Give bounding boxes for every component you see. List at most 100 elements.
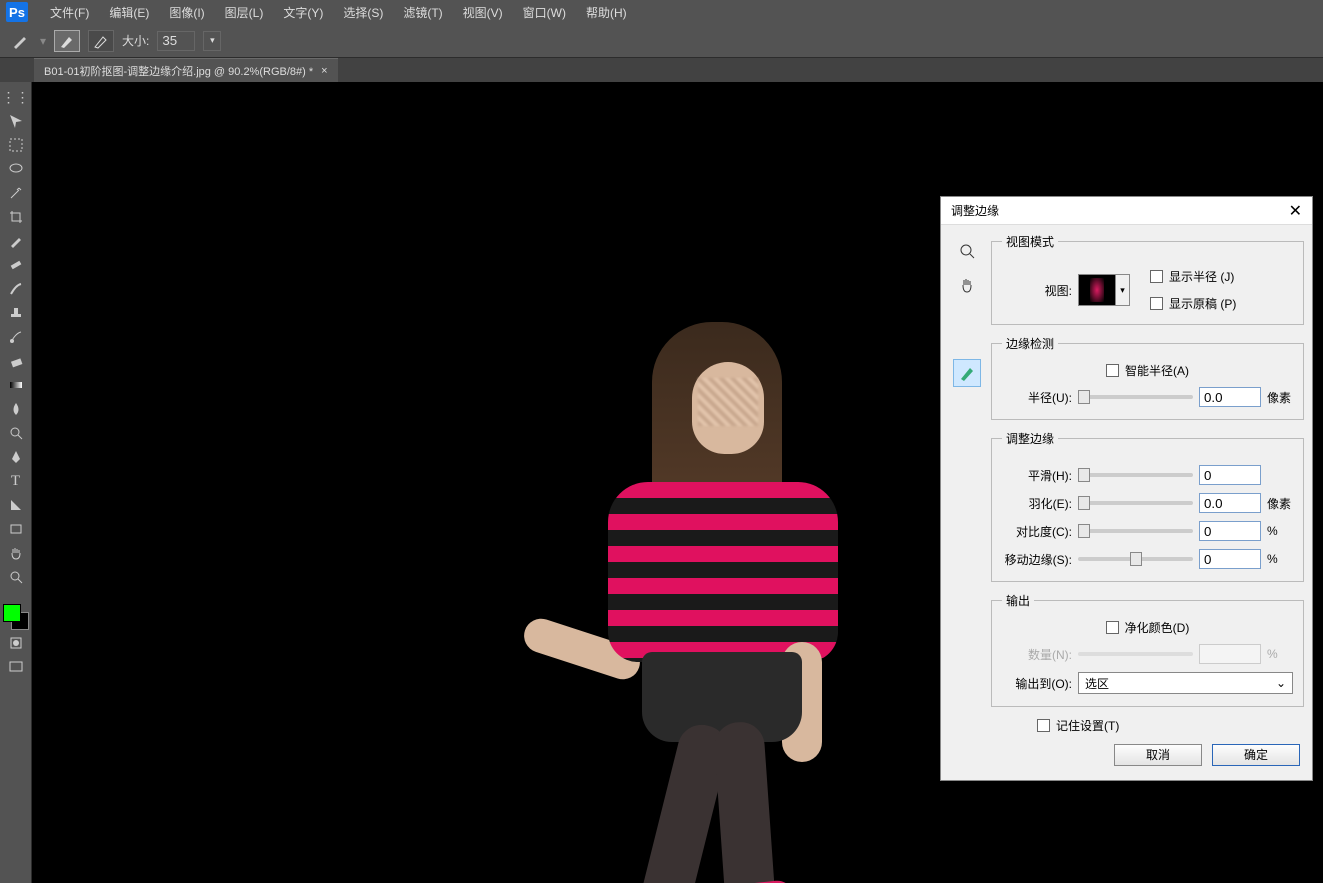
options-bar: ▾ 大小: ▾ — [0, 24, 1323, 58]
contrast-input[interactable] — [1199, 521, 1261, 541]
size-label: 大小: — [122, 32, 149, 49]
amount-input — [1199, 644, 1261, 664]
grip-icon[interactable]: ⋮⋮ — [4, 86, 28, 108]
history-brush-tool-icon[interactable] — [4, 326, 28, 348]
radius-input[interactable] — [1199, 387, 1261, 407]
radius-unit: 像素 — [1267, 389, 1293, 406]
decontaminate-label: 净化颜色(D) — [1125, 619, 1190, 636]
view-mode-group: 视图模式 视图: ▾ 显示半径 (J) 显示原稿 (P) — [991, 233, 1304, 325]
shift-unit: % — [1267, 552, 1293, 566]
show-radius-checkbox[interactable]: 显示半径 (J) — [1150, 268, 1293, 285]
size-input[interactable] — [157, 31, 195, 51]
menu-bar: Ps 文件(F) 编辑(E) 图像(I) 图层(L) 文字(Y) 选择(S) 滤… — [0, 0, 1323, 24]
document-tab-close[interactable]: × — [321, 65, 327, 77]
smart-radius-checkbox[interactable]: 智能半径(A) — [1002, 362, 1293, 379]
eraser-tool-icon[interactable] — [4, 350, 28, 372]
output-to-select[interactable]: 选区 ⌄ — [1078, 672, 1293, 694]
shift-label: 移动边缘(S): — [1002, 551, 1072, 568]
output-legend: 输出 — [1002, 592, 1034, 609]
zoom-tool-button[interactable] — [953, 237, 981, 265]
canvas-image — [512, 322, 902, 883]
menu-edit[interactable]: 编辑(E) — [99, 2, 159, 23]
ok-button[interactable]: 确定 — [1212, 744, 1300, 766]
refine-brush-button[interactable] — [953, 359, 981, 387]
shift-slider[interactable] — [1078, 557, 1193, 561]
edge-detection-group: 边缘检测 智能半径(A) 半径(U): 像素 — [991, 335, 1304, 420]
menu-view[interactable]: 视图(V) — [453, 2, 513, 23]
menu-layer[interactable]: 图层(L) — [215, 2, 274, 23]
document-tab-strip: B01-01初阶抠图-调整边缘介绍.jpg @ 90.2%(RGB/8#) * … — [0, 58, 1323, 82]
lasso-tool-icon[interactable] — [4, 158, 28, 180]
document-tab[interactable]: B01-01初阶抠图-调整边缘介绍.jpg @ 90.2%(RGB/8#) * … — [34, 58, 338, 82]
type-tool-icon[interactable]: T — [4, 470, 28, 492]
cancel-button[interactable]: 取消 — [1114, 744, 1202, 766]
menu-file[interactable]: 文件(F) — [40, 2, 99, 23]
smooth-input[interactable] — [1199, 465, 1261, 485]
smooth-slider[interactable] — [1078, 473, 1193, 477]
screen-mode-icon[interactable] — [4, 656, 28, 678]
refine-edge-dialog: 调整边缘 ✕ 视图模式 视图: ▾ 显示半径 (J) — [940, 196, 1313, 781]
menu-type[interactable]: 文字(Y) — [273, 2, 333, 23]
dialog-close-button[interactable]: ✕ — [1289, 201, 1302, 221]
app-logo: Ps — [6, 2, 28, 22]
dodge-tool-icon[interactable] — [4, 422, 28, 444]
blur-tool-icon[interactable] — [4, 398, 28, 420]
wand-tool-icon[interactable] — [4, 182, 28, 204]
contrast-unit: % — [1267, 524, 1293, 538]
view-mode-legend: 视图模式 — [1002, 233, 1058, 250]
menu-help[interactable]: 帮助(H) — [576, 2, 637, 23]
menu-filter[interactable]: 滤镜(T) — [393, 2, 452, 23]
menu-window[interactable]: 窗口(W) — [513, 2, 576, 23]
heal-tool-icon[interactable] — [4, 254, 28, 276]
output-to-label: 输出到(O): — [1002, 675, 1072, 692]
pen-tool-icon[interactable] — [4, 446, 28, 468]
chevron-down-icon: ⌄ — [1276, 676, 1286, 690]
foreground-color-swatch[interactable] — [3, 604, 21, 622]
feather-slider[interactable] — [1078, 501, 1193, 505]
brush-preview-icon[interactable] — [8, 30, 32, 52]
view-thumbnail[interactable] — [1078, 274, 1116, 306]
move-tool-icon[interactable] — [4, 110, 28, 132]
menu-select[interactable]: 选择(S) — [333, 2, 393, 23]
show-original-label: 显示原稿 (P) — [1169, 295, 1236, 312]
dialog-titlebar[interactable]: 调整边缘 ✕ — [941, 197, 1312, 225]
mode-add-button[interactable] — [54, 30, 80, 52]
dialog-title: 调整边缘 — [951, 202, 999, 219]
show-original-checkbox[interactable]: 显示原稿 (P) — [1150, 295, 1293, 312]
view-label: 视图: — [1002, 282, 1072, 299]
menu-image[interactable]: 图像(I) — [159, 2, 214, 23]
hand-tool-icon[interactable] — [4, 542, 28, 564]
output-group: 输出 净化颜色(D) 数量(N): % 输出到(O): 选区 ⌄ — [991, 592, 1304, 707]
radius-label: 半径(U): — [1002, 389, 1072, 406]
shift-input[interactable] — [1199, 549, 1261, 569]
quickmask-icon[interactable] — [4, 632, 28, 654]
contrast-slider[interactable] — [1078, 529, 1193, 533]
marquee-tool-icon[interactable] — [4, 134, 28, 156]
feather-input[interactable] — [1199, 493, 1261, 513]
shape-tool-icon[interactable] — [4, 518, 28, 540]
gradient-tool-icon[interactable] — [4, 374, 28, 396]
color-swatches[interactable] — [3, 604, 29, 630]
view-dropdown[interactable]: ▾ — [1116, 274, 1130, 306]
stamp-tool-icon[interactable] — [4, 302, 28, 324]
decontaminate-checkbox[interactable]: 净化颜色(D) — [1002, 619, 1293, 636]
adjust-edge-legend: 调整边缘 — [1002, 430, 1058, 447]
remember-settings-label: 记住设置(T) — [1056, 717, 1119, 734]
feather-unit: 像素 — [1267, 495, 1293, 512]
smooth-label: 平滑(H): — [1002, 467, 1072, 484]
output-to-value: 选区 — [1085, 675, 1109, 692]
zoom-tool-icon[interactable] — [4, 566, 28, 588]
eyedropper-tool-icon[interactable] — [4, 230, 28, 252]
edge-detection-legend: 边缘检测 — [1002, 335, 1058, 352]
document-tab-title: B01-01初阶抠图-调整边缘介绍.jpg @ 90.2%(RGB/8#) * — [44, 63, 313, 79]
path-tool-icon[interactable] — [4, 494, 28, 516]
mode-subtract-button[interactable] — [88, 30, 114, 52]
amount-slider — [1078, 652, 1193, 656]
radius-slider[interactable] — [1078, 395, 1193, 399]
crop-tool-icon[interactable] — [4, 206, 28, 228]
brush-tool-icon[interactable] — [4, 278, 28, 300]
adjust-edge-group: 调整边缘 平滑(H): 羽化(E): 像素 对比度(C): — [991, 430, 1304, 582]
remember-settings-checkbox[interactable]: 记住设置(T) — [991, 717, 1304, 734]
hand-tool-button[interactable] — [953, 271, 981, 299]
size-dropdown[interactable]: ▾ — [203, 31, 221, 51]
